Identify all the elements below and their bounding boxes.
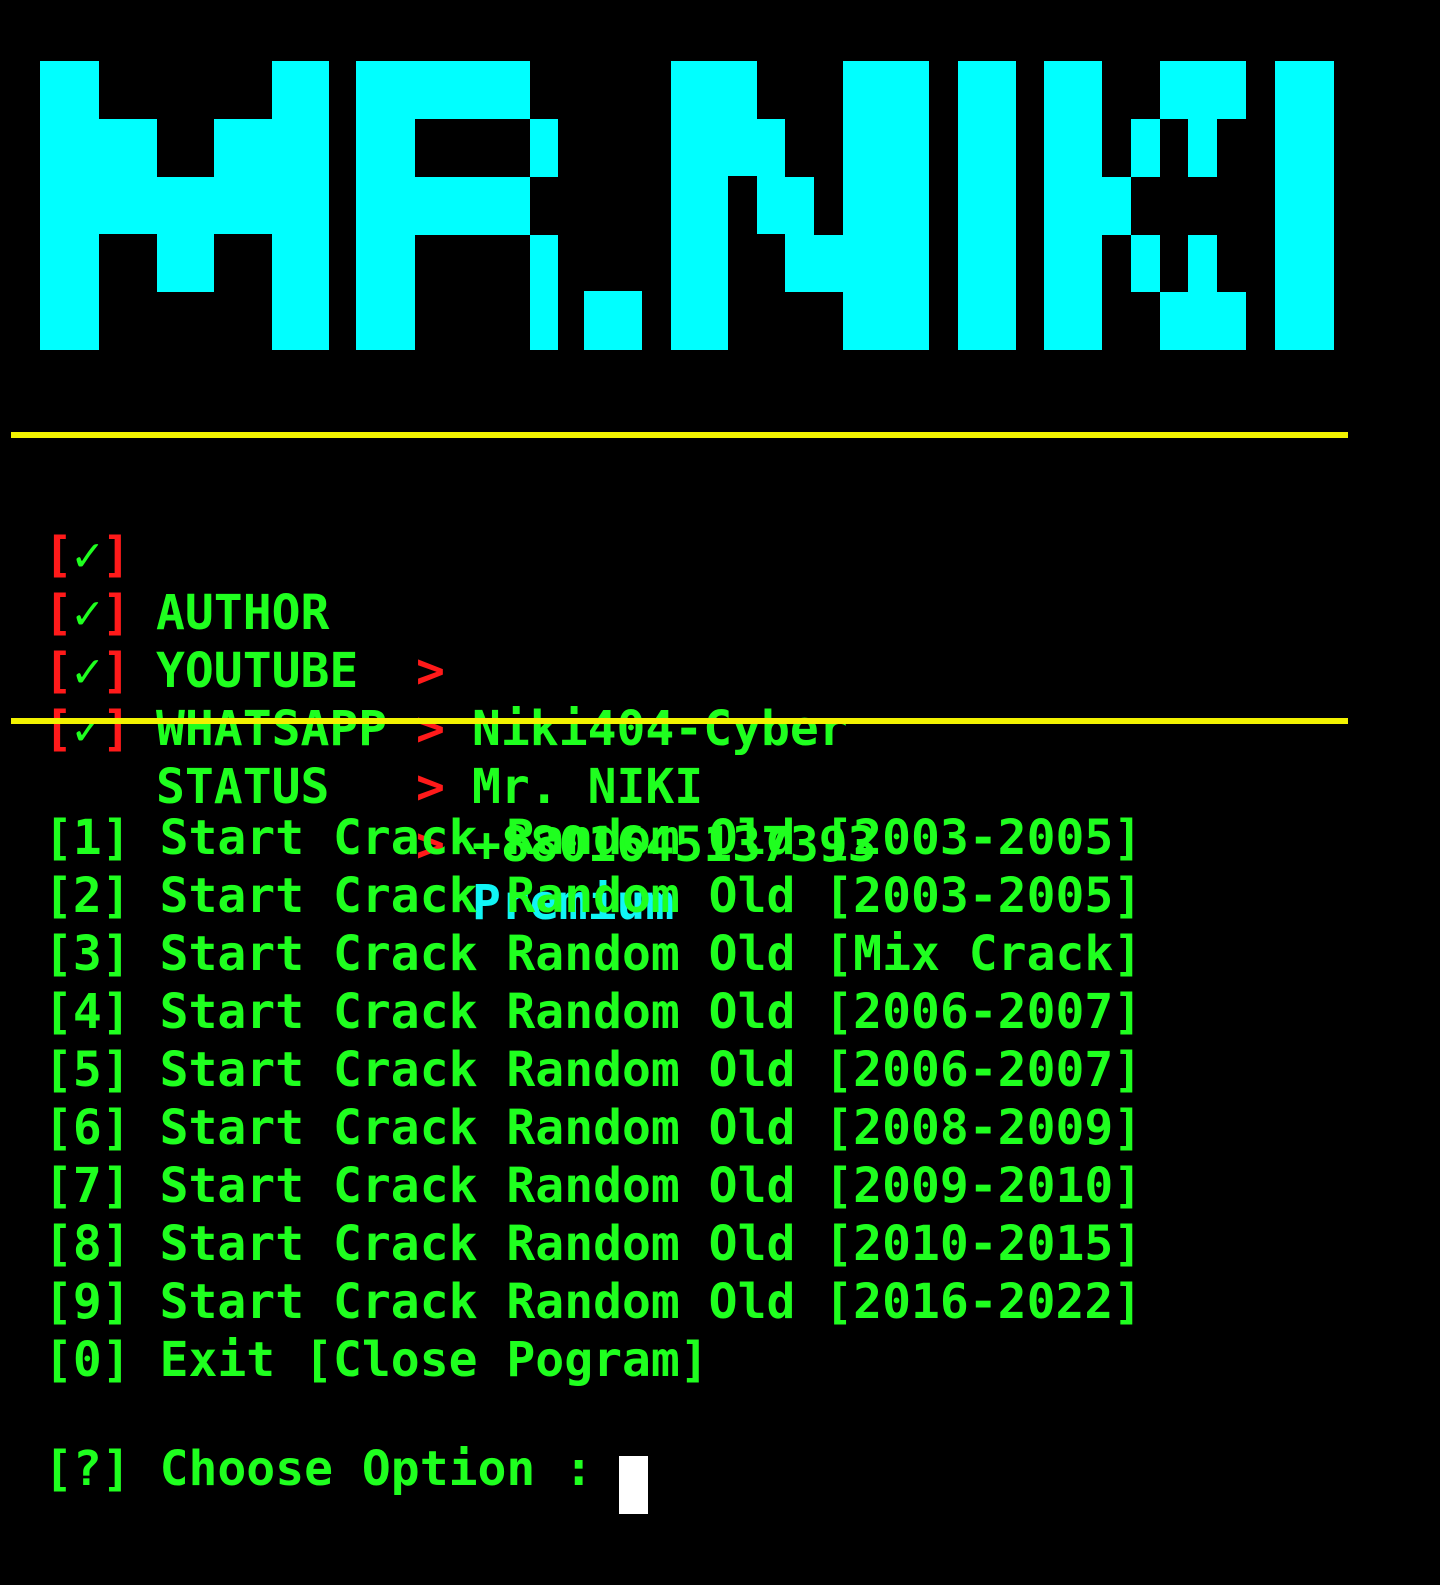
info-label: WHATSAPP xyxy=(156,701,388,757)
menu-item-8[interactable]: [8] Start Crack Random Old [2010-2015] xyxy=(44,1215,1142,1273)
menu-item-4[interactable]: [4] Start Crack Random Old [2006-2007] xyxy=(44,983,1142,1041)
divider-top xyxy=(11,432,1348,438)
menu-item-exit[interactable]: [0] Exit [Close Pogram] xyxy=(44,1331,1142,1389)
menu-item-6[interactable]: [6] Start Crack Random Old [2008-2009] xyxy=(44,1099,1142,1157)
banner-logo xyxy=(0,0,1440,400)
info-row-author: [✓] AUTHOR > Niki404-Cyber xyxy=(44,468,1044,757)
menu-item-1[interactable]: [1] Start Crack Random Old [2003-2005] xyxy=(44,809,1142,867)
menu-list: [1] Start Crack Random Old [2003-2005] [… xyxy=(44,809,1142,1389)
info-row-whatsapp: [✓] WHATSAPP > +8801645137393 xyxy=(44,584,1044,873)
info-value: Niki404-Cyber xyxy=(472,701,848,757)
choose-option-prompt: [?] Choose Option : xyxy=(44,1441,594,1497)
arrow-icon: > xyxy=(416,759,445,815)
divider-bottom xyxy=(11,718,1348,724)
info-block: [✓] AUTHOR > Niki404-Cyber [✓] YOUTUBE >… xyxy=(44,468,1044,931)
menu-item-7[interactable]: [7] Start Crack Random Old [2009-2010] xyxy=(44,1157,1142,1215)
menu-item-3[interactable]: [3] Start Crack Random Old [Mix Crack] xyxy=(44,925,1142,983)
menu-item-9[interactable]: [9] Start Crack Random Old [2016-2022] xyxy=(44,1273,1142,1331)
info-row-status: [✓] STATUS > Premium xyxy=(44,642,1044,931)
info-label: STATUS xyxy=(156,759,330,815)
arrow-icon: > xyxy=(416,701,445,757)
menu-item-2[interactable]: [2] Start Crack Random Old [2003-2005] xyxy=(44,867,1142,925)
check-mark: [✓] xyxy=(44,701,131,757)
info-row-youtube: [✓] YOUTUBE > Mr. NIKI xyxy=(44,526,1044,815)
terminal-cursor[interactable] xyxy=(619,1456,648,1514)
info-value: Mr. NIKI xyxy=(472,759,704,815)
menu-item-5[interactable]: [5] Start Crack Random Old [2006-2007] xyxy=(44,1041,1142,1099)
banner-logo-art xyxy=(40,61,1334,350)
